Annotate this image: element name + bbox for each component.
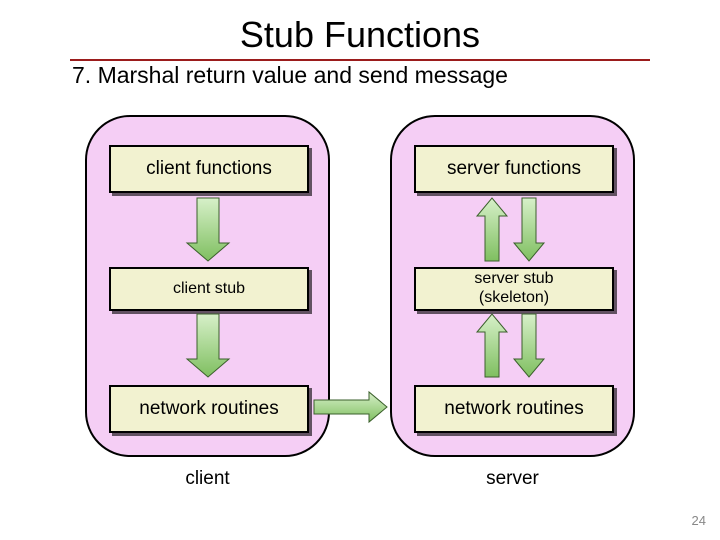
step-text: 7. Marshal return value and send message xyxy=(72,62,508,89)
client-capsule: client functions client stub network rou… xyxy=(85,115,330,457)
server-caption: server xyxy=(390,468,635,490)
server-network-box: network routines xyxy=(414,385,614,433)
title-underline xyxy=(70,59,650,61)
server-capsule: server functions server stub (skeleton) … xyxy=(390,115,635,457)
slide-title: Stub Functions xyxy=(0,14,720,56)
server-stub-box: server stub (skeleton) xyxy=(414,267,614,311)
client-network-box: network routines xyxy=(109,385,309,433)
server-stub-line2: (skeleton) xyxy=(479,289,549,308)
client-stub-box: client stub xyxy=(109,267,309,311)
slide-number: 24 xyxy=(692,513,706,528)
server-stub-line1: server stub xyxy=(474,270,553,289)
client-functions-box: client functions xyxy=(109,145,309,193)
client-caption: client xyxy=(85,468,330,490)
server-functions-box: server functions xyxy=(414,145,614,193)
